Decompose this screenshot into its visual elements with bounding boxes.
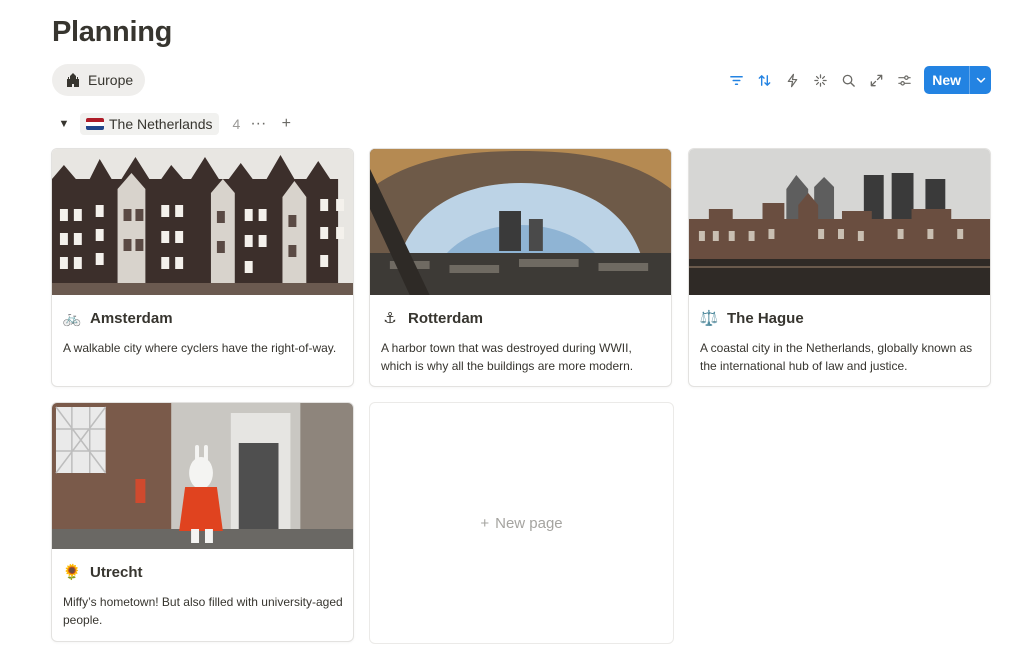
card-title-row: ⚓ Rotterdam: [370, 295, 671, 329]
database-toolbar: New: [722, 66, 991, 94]
card-cover-image: [370, 149, 671, 295]
ai-sparkle-icon[interactable]: [806, 66, 834, 94]
card-description: A coastal city in the Netherlands, globa…: [700, 341, 973, 373]
bicycle-icon: 🚲: [62, 310, 82, 327]
plus-icon: +: [480, 514, 490, 532]
card-title: The Hague: [727, 309, 804, 327]
chevron-down-icon[interactable]: [969, 66, 991, 94]
anchor-icon: ⚓: [383, 310, 397, 327]
card-cover-image: [52, 149, 353, 295]
card-rotterdam[interactable]: ⚓ Rotterdam A harbor town that was destr…: [369, 148, 672, 387]
settings-sliders-icon[interactable]: [890, 66, 918, 94]
card-title: Rotterdam: [408, 309, 484, 327]
card-title: Utrecht: [90, 563, 143, 581]
group-count: 4: [232, 116, 241, 132]
new-button: New: [924, 66, 991, 94]
card-amsterdam[interactable]: 🚲 Amsterdam A walkable city where cycler…: [51, 148, 354, 387]
netherlands-flag-icon: [86, 118, 104, 130]
expand-icon[interactable]: [862, 66, 890, 94]
card-title-row: 🚲 Amsterdam: [52, 295, 353, 329]
view-tab-europe[interactable]: Europe: [52, 64, 146, 96]
group-toggle-icon[interactable]: ▼: [56, 114, 72, 134]
more-icon[interactable]: ···: [248, 114, 268, 134]
add-icon[interactable]: +: [276, 114, 296, 134]
castle-icon: [64, 72, 81, 89]
group-header: ▼ The Netherlands 4 ··· +: [56, 113, 296, 135]
new-page-button[interactable]: + New page: [369, 402, 674, 644]
scales-icon: ⚖️: [699, 310, 719, 327]
card-cover-image: [52, 403, 353, 549]
card-the-hague[interactable]: ⚖️ The Hague A coastal city in the Nethe…: [688, 148, 991, 387]
card-title-row: ⚖️ The Hague: [689, 295, 990, 329]
card-description: A harbor town that was destroyed during …: [381, 341, 634, 373]
page-title: Planning: [52, 16, 173, 48]
card-utrecht[interactable]: 🌻 Utrecht Miffy’s hometown! But also fil…: [51, 402, 354, 642]
automation-bolt-icon[interactable]: [778, 66, 806, 94]
card-description: Miffy’s hometown! But also filled with u…: [63, 595, 343, 627]
card-title: Amsterdam: [90, 309, 173, 327]
sort-icon[interactable]: [750, 66, 778, 94]
card-description: A walkable city where cyclers have the r…: [63, 341, 337, 355]
new-page-label: New page: [495, 514, 563, 532]
view-tab-label: Europe: [88, 72, 134, 88]
card-title-row: 🌻 Utrecht: [52, 549, 353, 583]
filter-icon[interactable]: [722, 66, 750, 94]
search-icon[interactable]: [834, 66, 862, 94]
new-button-label[interactable]: New: [924, 66, 969, 94]
group-chip: The Netherlands: [80, 113, 219, 135]
card-cover-image: [689, 149, 990, 295]
group-name: The Netherlands: [109, 116, 213, 132]
sunflower-icon: 🌻: [62, 564, 82, 581]
